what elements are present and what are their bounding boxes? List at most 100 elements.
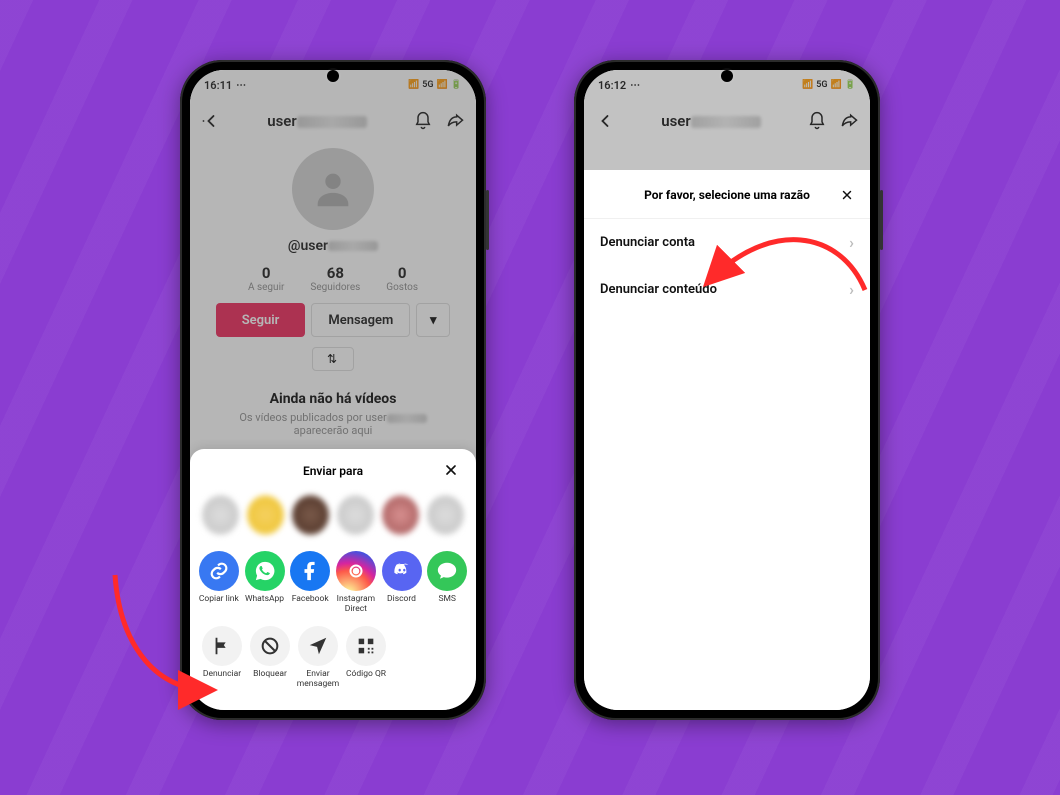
profile-stats: 0 A seguir 68 Seguidores 0 Gostos — [190, 264, 476, 293]
header-username: user — [222, 112, 412, 130]
instagram-icon — [336, 551, 376, 591]
contact-avatar[interactable] — [427, 495, 464, 535]
share-facebook[interactable]: Facebook — [289, 551, 331, 615]
message-button[interactable]: Mensagem — [311, 303, 410, 337]
app-header: user — [584, 100, 870, 142]
profile-buttons: Seguir Mensagem ▾ — [190, 303, 476, 337]
redacted-sub — [387, 414, 427, 423]
followers-label: Seguidores — [310, 282, 360, 293]
share-label: Discord — [381, 595, 423, 605]
block-icon — [250, 626, 290, 666]
redacted-handle — [328, 241, 378, 251]
modal-item-label: Denunciar conteúdo — [600, 282, 717, 297]
following-count: 0 — [248, 264, 284, 282]
action-label: Enviar mensagem — [296, 670, 340, 690]
modal-item-report-content[interactable]: Denunciar conteúdo › — [584, 266, 870, 313]
stat-following[interactable]: 0 A seguir — [248, 264, 284, 293]
contact-avatar[interactable] — [247, 495, 284, 535]
status-signal-icon: 📶 — [408, 80, 419, 90]
modal-item-report-account[interactable]: Denunciar conta › — [584, 219, 870, 266]
contacts-row — [198, 489, 468, 545]
sort-icon[interactable]: ⇅ — [312, 347, 354, 371]
status-signal-icon: 📶 — [802, 80, 813, 90]
phone-left: 16:11 ⋯ 📶 5G 📶 🔋 user — [180, 60, 486, 720]
flag-icon — [202, 626, 242, 666]
status-network: 5G — [816, 80, 827, 90]
likes-label: Gostos — [386, 282, 418, 293]
share-sheet: Enviar para — [190, 449, 476, 710]
redacted-username — [297, 116, 367, 128]
notifications-button[interactable] — [806, 111, 828, 131]
status-battery-icon: 🔋 — [451, 80, 462, 90]
close-button[interactable] — [440, 459, 462, 481]
close-button[interactable] — [836, 184, 858, 206]
action-label: Denunciar — [200, 670, 244, 680]
stat-likes[interactable]: 0 Gostos — [386, 264, 418, 293]
report-reason-modal: Por favor, selecione uma razão Denunciar… — [584, 170, 870, 710]
back-button[interactable] — [594, 111, 616, 131]
action-block[interactable]: Bloquear — [248, 626, 292, 690]
redacted-username — [691, 116, 761, 128]
following-label: A seguir — [248, 282, 284, 293]
empty-sub-prefix: Os vídeos publicados por user — [239, 411, 386, 424]
link-icon — [199, 551, 239, 591]
phone-right: 16:12 ⋯ 📶 5G 📶 🔋 user — [574, 60, 880, 720]
share-label: Facebook — [289, 595, 331, 605]
modal-item-label: Denunciar conta — [600, 235, 695, 250]
chevron-right-icon: › — [849, 280, 854, 299]
share-label: Copiar link — [198, 595, 240, 605]
empty-title: Ainda não há vídeos — [190, 391, 476, 407]
contact-avatar[interactable] — [337, 495, 374, 535]
follow-button[interactable]: Seguir — [216, 303, 306, 337]
avatar[interactable] — [292, 148, 374, 230]
share-instagram[interactable]: Instagram Direct — [335, 551, 377, 615]
facebook-icon — [290, 551, 330, 591]
likes-count: 0 — [386, 264, 418, 282]
camera-dot — [721, 70, 733, 82]
header-username-text: user — [267, 112, 297, 130]
share-copy-link[interactable]: Copiar link — [198, 551, 240, 615]
back-button[interactable] — [200, 111, 222, 131]
share-actions-row: Denunciar Bloquear Enviar mensagem — [198, 620, 468, 696]
profile-handle: @user — [190, 238, 476, 254]
stat-followers[interactable]: 68 Seguidores — [310, 264, 360, 293]
status-wifi-icon: 📶 — [831, 80, 842, 90]
share-label: SMS — [426, 595, 468, 605]
empty-subtitle: Os vídeos publicados por user aparecerão… — [190, 411, 476, 437]
share-apps-row: Copiar link WhatsApp Facebook — [198, 545, 468, 621]
modal-title: Por favor, selecione uma razão — [584, 188, 870, 202]
camera-dot — [327, 70, 339, 82]
share-discord[interactable]: Discord — [381, 551, 423, 615]
qr-icon — [346, 626, 386, 666]
share-button[interactable] — [444, 111, 466, 131]
status-time: 16:11 — [204, 79, 232, 92]
contact-avatar[interactable] — [292, 495, 329, 535]
share-whatsapp[interactable]: WhatsApp — [244, 551, 286, 615]
app-header: user — [190, 100, 476, 142]
share-label: WhatsApp — [244, 595, 286, 605]
header-username: user — [616, 112, 806, 130]
more-options-button[interactable]: ▾ — [416, 303, 450, 337]
status-time: 16:12 — [598, 79, 626, 92]
status-battery-icon: 🔋 — [845, 80, 856, 90]
action-send-message[interactable]: Enviar mensagem — [296, 626, 340, 690]
followers-count: 68 — [310, 264, 360, 282]
empty-sub-suffix: aparecerão aqui — [294, 424, 373, 437]
share-label: Instagram Direct — [335, 595, 377, 615]
share-button[interactable] — [838, 111, 860, 131]
status-wifi-icon: 📶 — [437, 80, 448, 90]
sheet-title: Enviar para — [303, 464, 363, 478]
action-report[interactable]: Denunciar — [200, 626, 244, 690]
status-network: 5G — [422, 80, 433, 90]
notifications-button[interactable] — [412, 111, 434, 131]
profile-section: @user 0 A seguir 68 Seguidores 0 Gostos — [190, 142, 476, 447]
handle-text: @user — [288, 238, 328, 254]
action-qr[interactable]: Código QR — [344, 626, 388, 690]
status-dots: ⋯ — [630, 80, 640, 91]
share-sms[interactable]: SMS — [426, 551, 468, 615]
action-label: Bloquear — [248, 670, 292, 680]
contact-avatar[interactable] — [382, 495, 419, 535]
whatsapp-icon — [245, 551, 285, 591]
contact-avatar[interactable] — [202, 495, 239, 535]
status-dots: ⋯ — [236, 80, 246, 91]
